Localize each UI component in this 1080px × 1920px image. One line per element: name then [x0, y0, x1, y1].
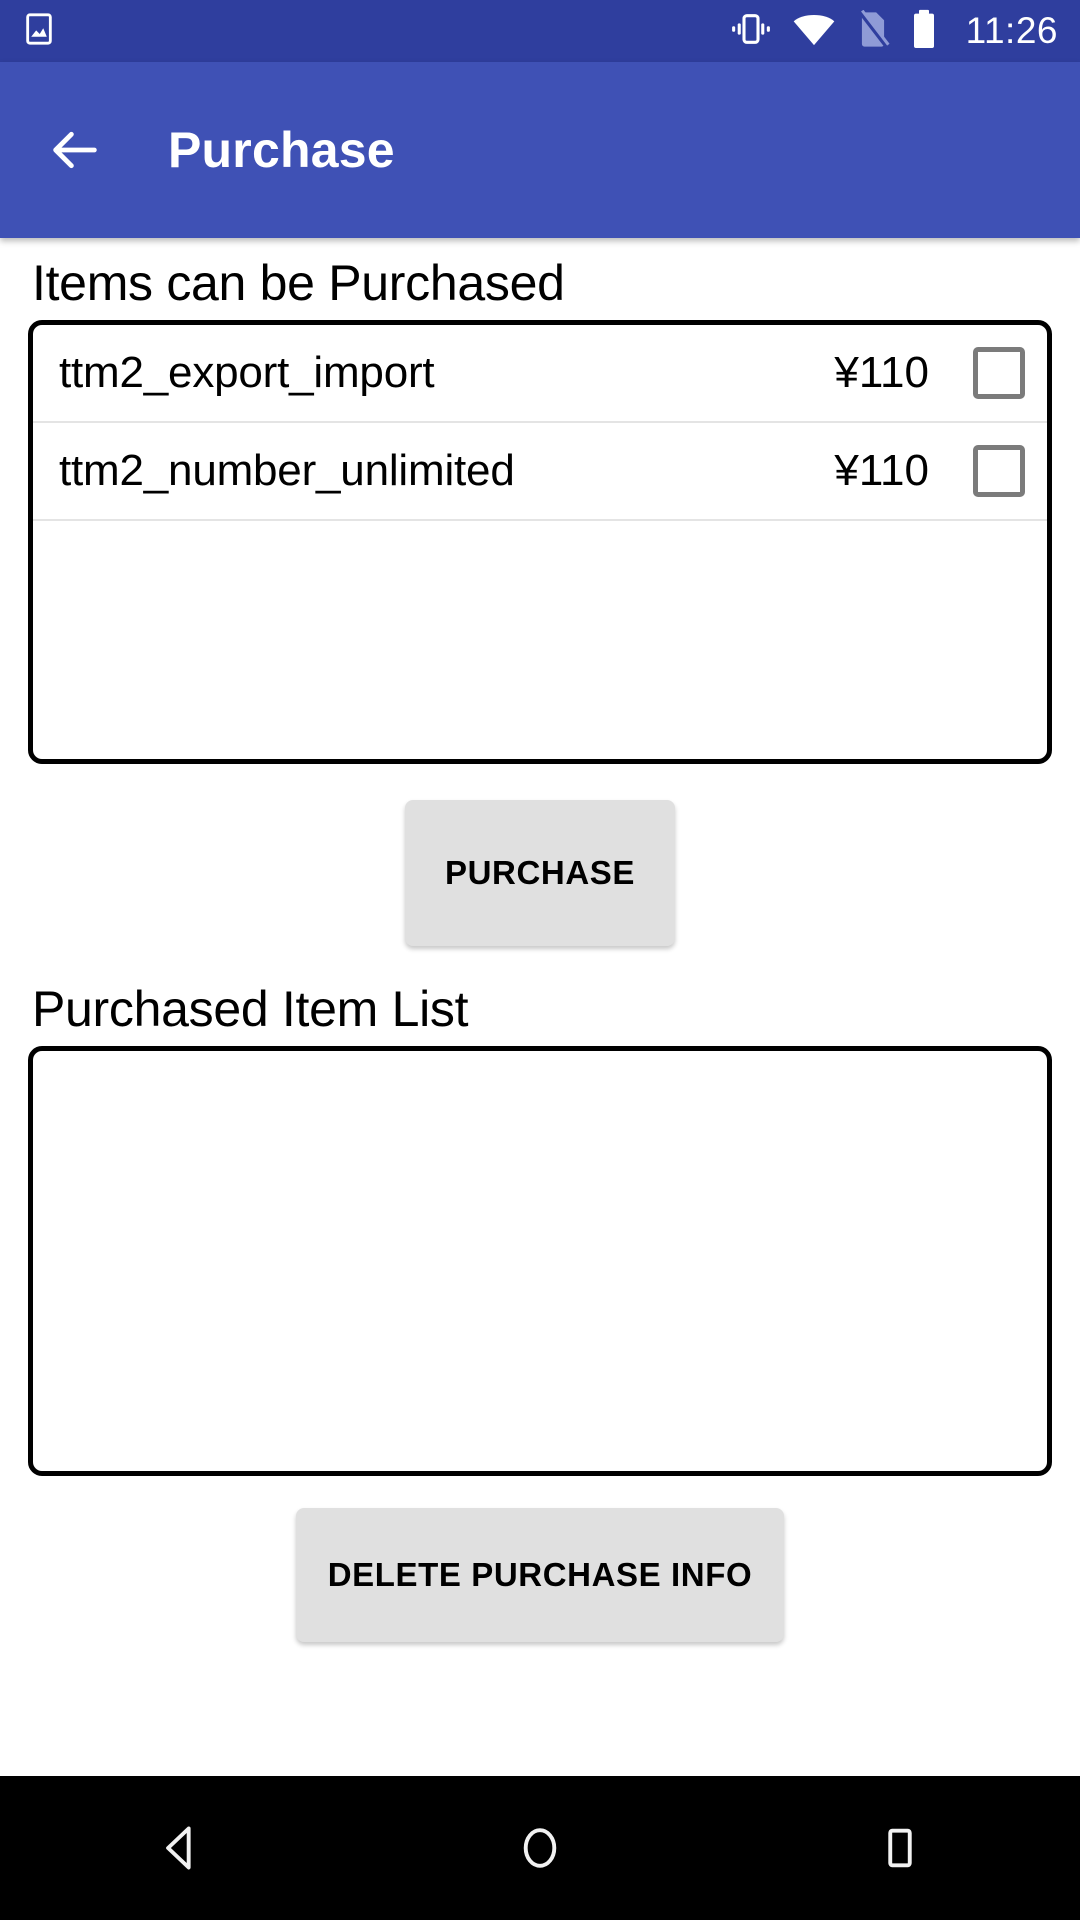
nav-home-icon[interactable]: [460, 1776, 620, 1920]
delete-purchase-info-button[interactable]: DELETE PURCHASE INFO: [295, 1508, 785, 1642]
status-clock: 11:26: [965, 10, 1058, 51]
phone-screen: 11:26 Purchase Items can be Purchased tt…: [0, 0, 1080, 1920]
image-icon: [22, 12, 56, 51]
status-bar-left: [22, 12, 56, 51]
vibrate-icon: [730, 11, 772, 52]
navigation-bar: [0, 1776, 1080, 1920]
app-bar: Purchase: [0, 62, 1080, 238]
list-item[interactable]: ttm2_number_unlimited ¥110: [33, 423, 1047, 521]
item-name: ttm2_number_unlimited: [59, 446, 515, 495]
battery-full-icon: [910, 9, 938, 54]
item-price: ¥110: [834, 446, 929, 495]
nav-recents-icon[interactable]: [820, 1776, 980, 1920]
purchase-button-row: PURCHASE: [28, 764, 1052, 946]
available-items-list[interactable]: ttm2_export_import ¥110 ttm2_number_unli…: [28, 320, 1052, 764]
purchased-items-list[interactable]: [28, 1046, 1052, 1476]
wifi-icon: [792, 12, 836, 51]
item-price: ¥110: [834, 348, 929, 397]
back-arrow-icon[interactable]: [44, 119, 106, 181]
delete-button-row: DELETE PURCHASE INFO: [28, 1476, 1052, 1642]
purchase-button[interactable]: PURCHASE: [405, 800, 675, 946]
sim-card-off-icon: [856, 9, 890, 53]
purchased-items-heading: Purchased Item List: [32, 981, 469, 1037]
item-checkbox[interactable]: [973, 347, 1025, 399]
page-title: Purchase: [168, 122, 395, 178]
available-items-heading: Items can be Purchased: [32, 255, 565, 311]
nav-back-icon[interactable]: [100, 1776, 260, 1920]
status-bar-right: 11:26: [730, 9, 1058, 54]
main-content: Items can be Purchased ttm2_export_impor…: [0, 254, 1080, 1642]
status-bar: 11:26: [0, 0, 1080, 62]
item-name: ttm2_export_import: [59, 348, 435, 397]
list-item[interactable]: ttm2_export_import ¥110: [33, 325, 1047, 423]
item-checkbox[interactable]: [973, 445, 1025, 497]
